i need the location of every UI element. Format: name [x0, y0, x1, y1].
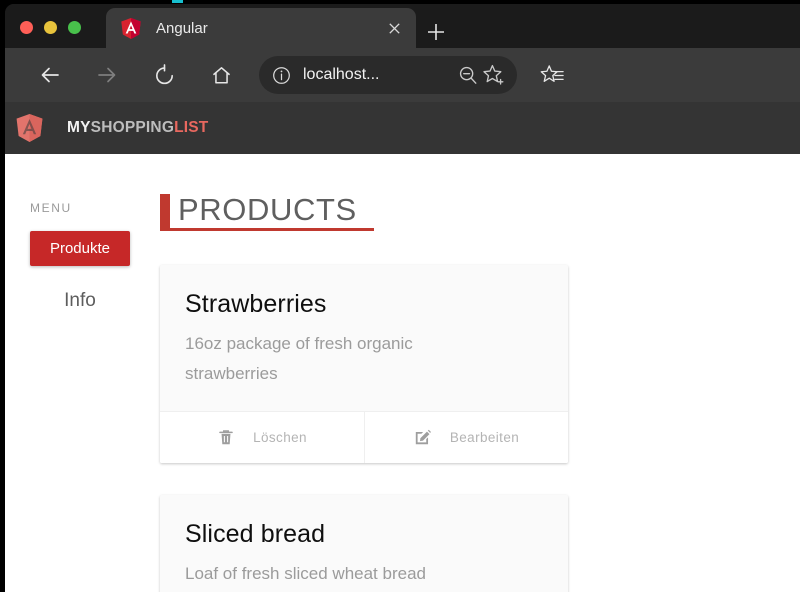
tab-strip: Angular: [5, 4, 800, 48]
app-header: MYSHOPPINGLIST: [5, 102, 800, 154]
browser-window: Angular localhost... MYSHOPPINGLIST MENU…: [5, 4, 800, 592]
delete-button-label: Löschen: [253, 429, 307, 445]
reload-icon[interactable]: [145, 56, 183, 94]
forward-arrow-icon[interactable]: [88, 56, 126, 94]
minimize-window-button[interactable]: [44, 21, 57, 34]
screen: Angular localhost... MYSHOPPINGLIST MENU…: [0, 0, 800, 592]
menu-label: MENU: [30, 201, 72, 215]
collections-star-icon[interactable]: [533, 56, 571, 94]
brand-part-my: MY: [67, 119, 91, 136]
address-bar[interactable]: localhost...: [259, 56, 517, 94]
angular-shield-icon: [14, 113, 44, 143]
brand-part-shopping: SHOPPING: [90, 119, 175, 136]
maximize-window-button[interactable]: [68, 21, 81, 34]
home-icon[interactable]: [202, 56, 240, 94]
site-info-icon[interactable]: [271, 65, 291, 85]
product-title: Strawberries: [185, 290, 327, 318]
close-icon[interactable]: [384, 18, 404, 38]
angular-shield-icon: [120, 17, 142, 39]
zoom-out-icon[interactable]: [455, 62, 481, 88]
edit-button-label: Bearbeiten: [449, 429, 520, 445]
delete-button[interactable]: Löschen: [160, 411, 364, 463]
main-content: PRODUCTS Strawberries 16oz package of fr…: [155, 154, 800, 592]
card-actions: Löschen Bearbeiten: [160, 410, 568, 463]
new-tab-button[interactable]: [424, 20, 448, 44]
title-underline: [160, 228, 374, 231]
trash-icon: [217, 428, 235, 446]
product-description: Loaf of fresh sliced wheat bread: [185, 563, 426, 583]
edit-pencil-icon: [414, 428, 432, 446]
url-input[interactable]: localhost...: [303, 66, 447, 84]
brand-part-list: LIST: [174, 119, 209, 136]
page-title-block: PRODUCTS: [160, 192, 374, 237]
back-arrow-icon[interactable]: [31, 56, 69, 94]
page-viewport: MENU Produkte Info PRODUCTS Strawberries…: [5, 154, 800, 592]
close-window-button[interactable]: [20, 21, 33, 34]
browser-toolbar: localhost...: [5, 48, 800, 102]
sidebar-item-produkte[interactable]: Produkte: [30, 231, 130, 266]
product-title: Sliced bread: [185, 519, 326, 548]
top-accent-strip: [172, 0, 183, 3]
sidebar-item-info[interactable]: Info: [5, 283, 155, 319]
card-body: Sliced bread Loaf of fresh sliced wheat …: [160, 495, 568, 592]
product-description: 16oz package of fresh organic strawberri…: [185, 334, 413, 384]
app-brand: MYSHOPPINGLIST: [67, 119, 208, 137]
product-card: Strawberries 16oz package of fresh organ…: [160, 265, 568, 463]
product-card-list: Strawberries 16oz package of fresh organ…: [160, 265, 800, 592]
browser-tab-angular[interactable]: Angular: [106, 8, 416, 48]
add-favorite-star-icon[interactable]: [481, 62, 507, 88]
sidebar: MENU Produkte Info: [5, 154, 155, 592]
card-body: Strawberries 16oz package of fresh organ…: [160, 265, 568, 411]
window-controls: [20, 21, 81, 34]
title-accent-bar: [160, 194, 170, 230]
menu-list: Produkte Info: [5, 231, 155, 319]
page-title: PRODUCTS: [178, 192, 357, 227]
tab-title: Angular: [156, 19, 208, 37]
product-card: Sliced bread Loaf of fresh sliced wheat …: [160, 494, 568, 592]
edit-button[interactable]: Bearbeiten: [364, 411, 568, 463]
